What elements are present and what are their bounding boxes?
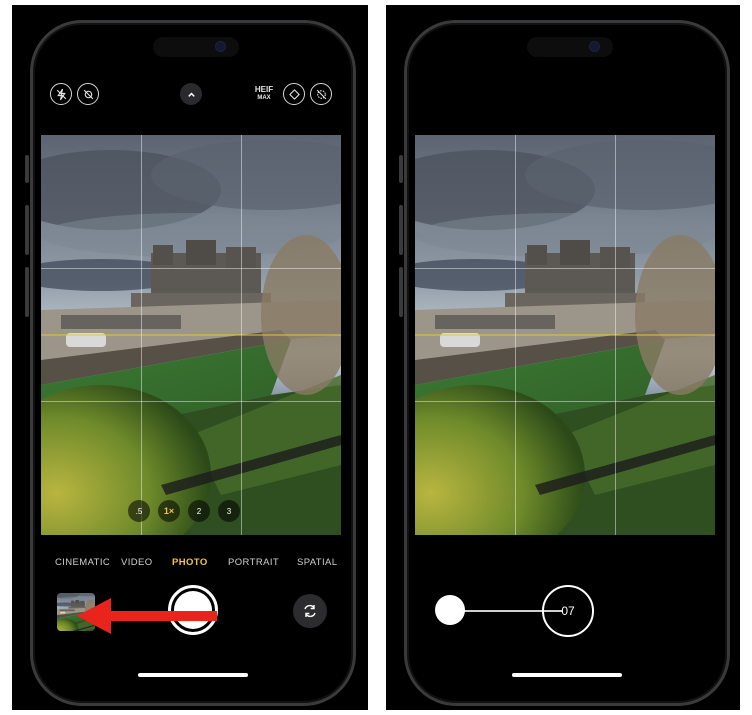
camera-preview-image (41, 135, 341, 535)
zoom-2x-button[interactable]: 2 (188, 500, 210, 522)
live-photo-off-icon[interactable] (77, 83, 99, 105)
mode-video[interactable]: VIDEO (121, 557, 153, 568)
dynamic-island (527, 37, 613, 57)
viewfinder[interactable] (415, 135, 715, 535)
swipe-left-arrow-icon (77, 598, 217, 634)
timer-value: 07 (561, 604, 575, 618)
mode-spatial[interactable]: SPATIAL (297, 557, 337, 568)
format-badge[interactable]: HEIF MAX (252, 86, 276, 102)
side-button (399, 155, 403, 183)
mode-photo[interactable]: PHOTO (172, 557, 208, 568)
mode-selector: CINEMATIC VIDEO PHOTO PORTRAIT SPATIAL (33, 557, 353, 573)
grid-line (515, 135, 516, 535)
zoom-1x-button[interactable]: 1× (158, 500, 180, 522)
camera-screen-timer: 07 (386, 5, 740, 710)
camera-screen-photo-mode: HEIF MAX .5 1× 2 3 CINEMATIC VIDEO PHOTO… (12, 5, 368, 710)
phone-frame: HEIF MAX .5 1× 2 3 CINEMATIC VIDEO PHOTO… (30, 20, 356, 706)
camera-preview-image (415, 135, 715, 535)
volume-down-button (399, 267, 403, 317)
grid-line (415, 401, 715, 402)
live-off-icon[interactable] (310, 83, 332, 105)
grid-line (241, 135, 242, 535)
volume-up-button (25, 205, 29, 255)
timer-slider-knob[interactable] (435, 595, 465, 625)
phone-frame: 07 (404, 20, 730, 706)
volume-up-button (399, 205, 403, 255)
volume-down-button (25, 267, 29, 317)
mode-cinematic[interactable]: CINEMATIC (55, 557, 110, 568)
camera-flip-icon[interactable] (293, 594, 327, 628)
grid-line (41, 401, 341, 402)
zoom-0-5-button[interactable]: .5 (128, 500, 150, 522)
grid-line (615, 135, 616, 535)
zoom-3x-button[interactable]: 3 (218, 500, 240, 522)
zoom-selector: .5 1× 2 3 (128, 499, 240, 523)
flash-off-icon[interactable] (50, 83, 72, 105)
dynamic-island (153, 37, 239, 57)
grid-line (415, 268, 715, 269)
home-indicator (512, 673, 622, 677)
grid-line (141, 135, 142, 535)
timer-shutter-button[interactable]: 07 (542, 585, 594, 637)
side-button (25, 155, 29, 183)
styles-icon[interactable] (283, 83, 305, 105)
grid-line (41, 268, 341, 269)
chevron-up-icon[interactable] (180, 83, 202, 105)
home-indicator (138, 673, 248, 677)
viewfinder[interactable] (41, 135, 341, 535)
mode-portrait[interactable]: PORTRAIT (228, 557, 279, 568)
